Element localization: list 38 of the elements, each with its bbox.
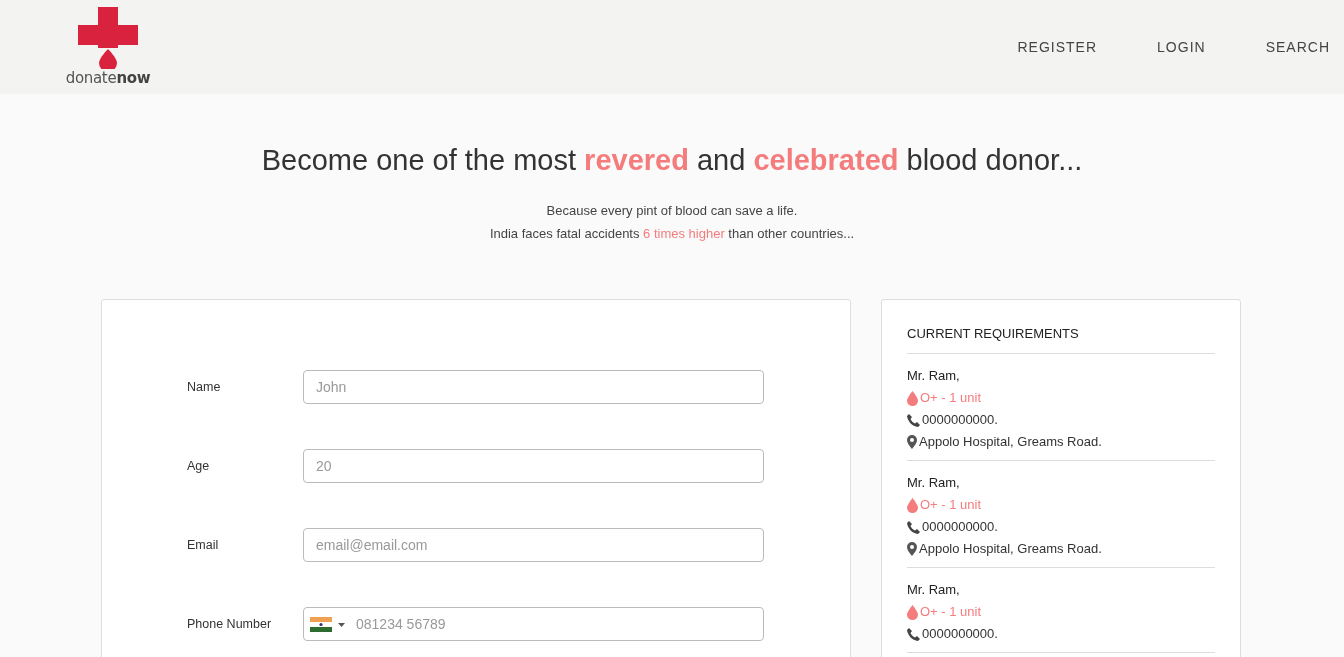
phone-number: 0000000000.	[922, 411, 998, 429]
headline: Become one of the most revered and celebrated blood donor...	[260, 144, 1084, 177]
phone-icon	[907, 413, 920, 427]
blood-requirement: O+ - 1 unit	[920, 603, 982, 621]
flag-icon	[310, 617, 332, 632]
input-field[interactable]: 20	[303, 449, 764, 483]
hospital-address: Appolo Hospital, Greams Road.	[919, 433, 1102, 451]
phone-icon	[907, 520, 920, 534]
location-pin-icon	[907, 542, 917, 556]
input-field[interactable]: email@email.com	[303, 528, 764, 562]
requester-name: Mr. Ram,	[907, 581, 961, 599]
tagline: Because every pint of blood can save a life.	[545, 203, 799, 218]
logo-text: donatenow	[65, 69, 151, 87]
input-field[interactable]: John	[303, 370, 764, 404]
nav-link[interactable]: LOGIN	[1107, 39, 1216, 55]
phone-number: 0000000000.	[922, 518, 998, 536]
nav-link[interactable]: SEARCH	[1215, 39, 1344, 55]
phone-icon	[907, 627, 920, 641]
requester-name: Mr. Ram,	[907, 474, 961, 492]
location-pin-icon	[907, 435, 917, 449]
hospital-address: Appolo Hospital, Greams Road.	[919, 540, 1102, 558]
field-label: Age	[187, 459, 211, 473]
blood-requirement: O+ - 1 unit	[920, 389, 982, 407]
field-label: Phone Number	[187, 617, 273, 631]
blood-drop-icon	[907, 497, 918, 513]
phone-field[interactable]: 081234 56789	[303, 607, 764, 641]
section-title: CURRENT REQUIREMENTS	[907, 326, 1215, 354]
blood-drop-icon	[907, 390, 918, 406]
requester-name: Mr. Ram,	[907, 367, 961, 385]
nav-link[interactable]: REGISTER	[967, 39, 1108, 55]
field-label: Email	[187, 538, 220, 552]
field-label: Name	[187, 380, 222, 394]
blood-drop-icon	[907, 604, 918, 620]
logo-icon	[78, 7, 138, 69]
caret-icon	[338, 622, 345, 627]
tagline: India faces fatal accidents 6 times higher than other countries...	[488, 226, 856, 241]
blood-requirement: O+ - 1 unit	[920, 496, 982, 514]
phone-number: 0000000000.	[922, 625, 998, 643]
